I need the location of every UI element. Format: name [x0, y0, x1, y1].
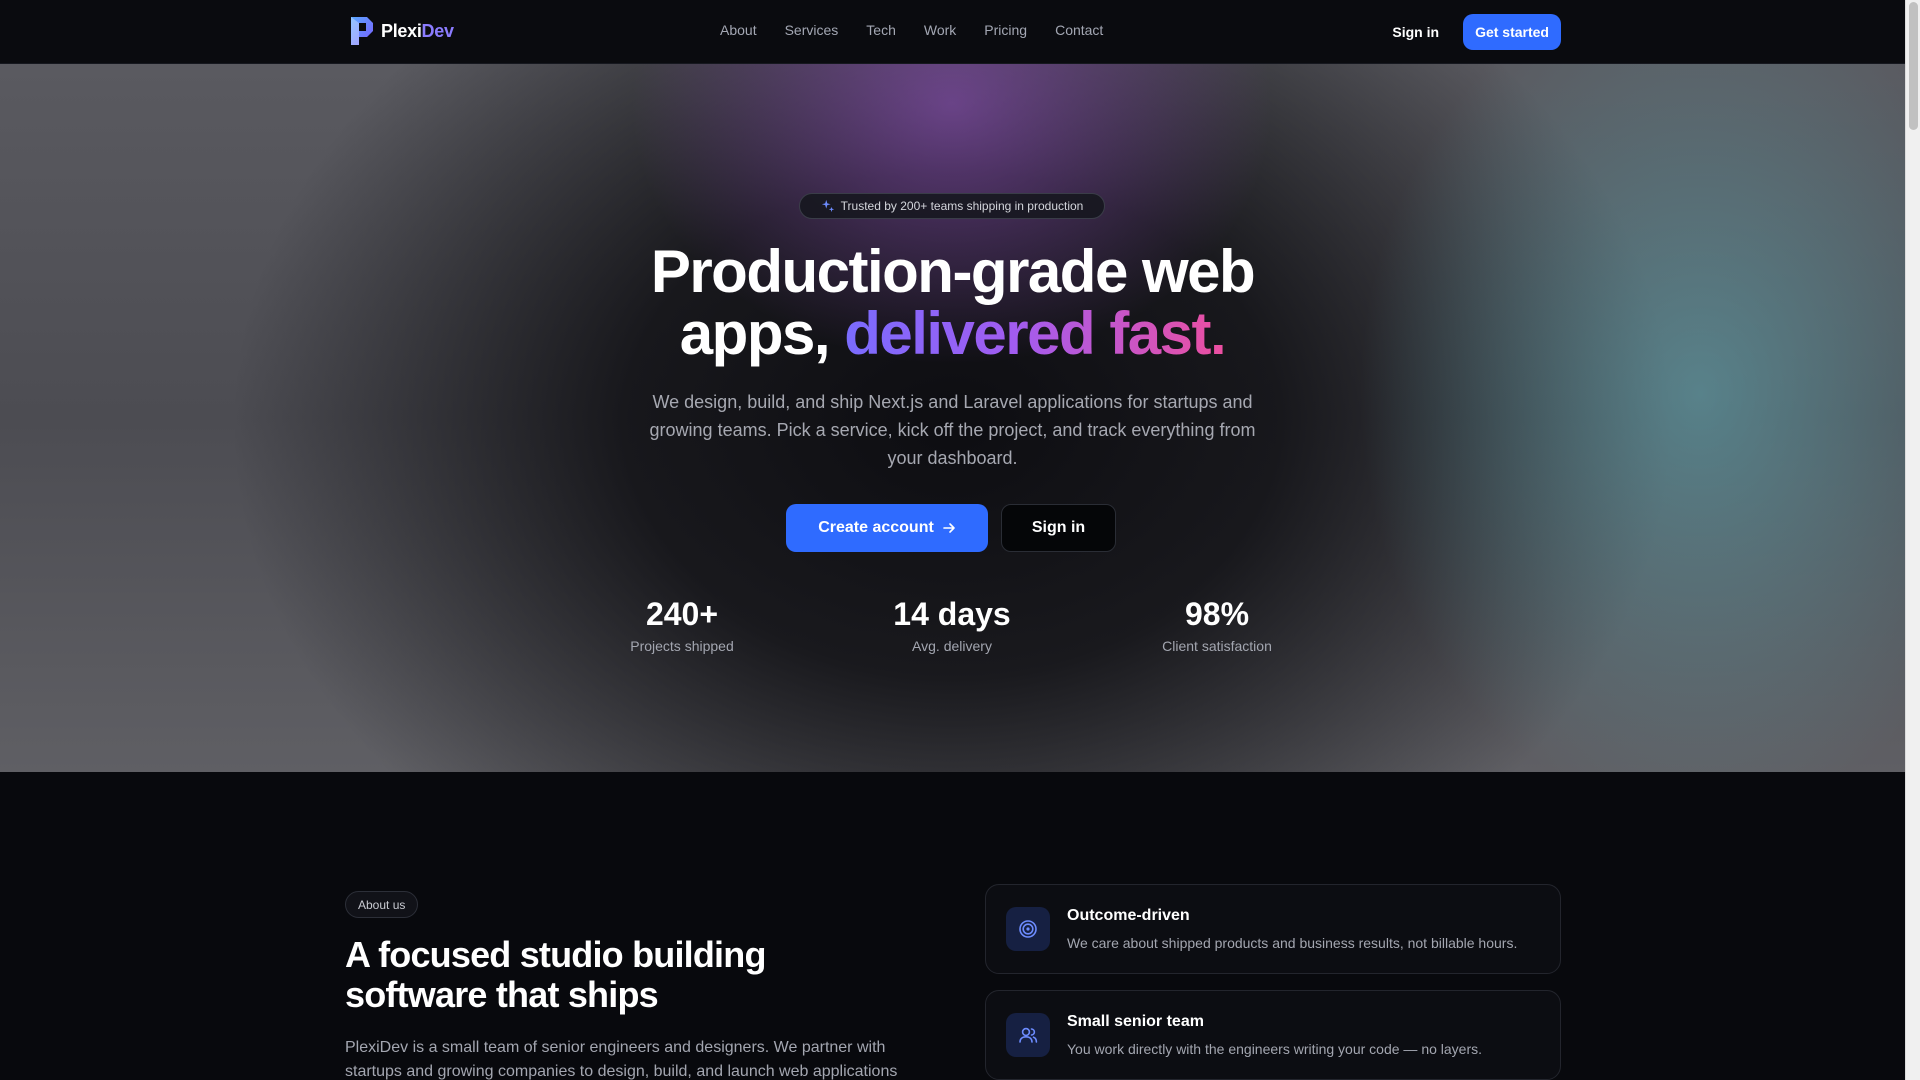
stat-label: Client satisfaction — [1162, 638, 1272, 654]
hero-cta-group: Create account Sign in — [786, 504, 1116, 552]
nav-link-tech[interactable]: Tech — [866, 22, 896, 38]
feature-icon-wrap — [1006, 907, 1050, 951]
hero-title: Production-grade web apps, delivered fas… — [560, 241, 1345, 365]
trusted-badge-text: Trusted by 200+ teams shipping in produc… — [840, 199, 1084, 213]
stat-label: Avg. delivery — [912, 638, 992, 654]
hero-title-line1: Production-grade web — [650, 238, 1256, 305]
stat-satisfaction: 98% Client satisfaction — [1087, 594, 1347, 654]
navbar: PlexiDev About Services Tech Work Pricin… — [0, 0, 1905, 64]
target-icon — [1019, 920, 1037, 938]
nav-link-work[interactable]: Work — [924, 22, 956, 38]
users-icon — [1019, 1027, 1038, 1043]
feature-card-outcome: Outcome-driven We care about shipped pro… — [985, 884, 1561, 974]
get-started-button[interactable]: Get started — [1463, 14, 1561, 50]
trusted-badge: Trusted by 200+ teams shipping in produc… — [799, 193, 1105, 219]
stat-value: 98% — [1184, 596, 1250, 632]
stat-value: 240+ — [645, 596, 719, 632]
about-pill: About us — [345, 891, 419, 918]
stats-row: 240+ Projects shipped 14 days Avg. deliv… — [552, 594, 1352, 674]
nav-link-contact[interactable]: Contact — [1055, 22, 1103, 38]
arrow-right-icon — [942, 523, 955, 533]
about-text: PlexiDev is a small team of senior engin… — [345, 1039, 898, 1080]
hero-title-highlight: delivered fast. — [844, 300, 1227, 367]
feature-desc: We care about shipped products and busin… — [1067, 935, 1518, 951]
feature-card-team: Small senior team You work directly with… — [985, 990, 1561, 1080]
stat-delivery: 14 days Avg. delivery — [822, 594, 1082, 654]
nav-signin-link[interactable]: Sign in — [1392, 24, 1439, 40]
nav-link-pricing[interactable]: Pricing — [984, 22, 1027, 38]
sparkles-icon — [821, 199, 834, 213]
feature-title: Outcome-driven — [1067, 907, 1190, 924]
hero-title-line2: apps, — [679, 300, 845, 367]
create-account-button[interactable]: Create account — [786, 504, 988, 552]
stat-label: Projects shipped — [630, 638, 734, 654]
hero-signin-button[interactable]: Sign in — [1001, 504, 1116, 552]
feature-icon-wrap — [1006, 1013, 1050, 1057]
nav-links: About Services Tech Work Pricing Contact — [720, 22, 1103, 38]
about-title: A focused studio building software that … — [345, 934, 766, 1015]
stat-value: 14 days — [893, 596, 1011, 632]
nav-link-services[interactable]: Services — [785, 22, 839, 38]
page-scrollbar[interactable] — [1905, 0, 1920, 1080]
nav-link-about[interactable]: About — [720, 22, 757, 38]
create-account-label: Create account — [818, 519, 934, 536]
feature-title: Small senior team — [1067, 1013, 1204, 1030]
hero-subtitle: We design, build, and ship Next.js and L… — [649, 392, 1256, 468]
brand-name: PlexiDev — [381, 20, 454, 41]
hero-section: Trusted by 200+ teams shipping in produc… — [0, 64, 1905, 772]
brand-logo-icon — [351, 17, 373, 45]
stat-projects: 240+ Projects shipped — [552, 594, 812, 654]
feature-desc: You work directly with the engineers wri… — [1067, 1041, 1483, 1057]
scrollbar-thumb[interactable] — [1909, 2, 1918, 130]
about-section: About us A focused studio building softw… — [0, 772, 1905, 1080]
nav-actions: Sign in Get started — [1392, 14, 1561, 50]
brand-logo-link[interactable]: PlexiDev — [347, 15, 454, 47]
